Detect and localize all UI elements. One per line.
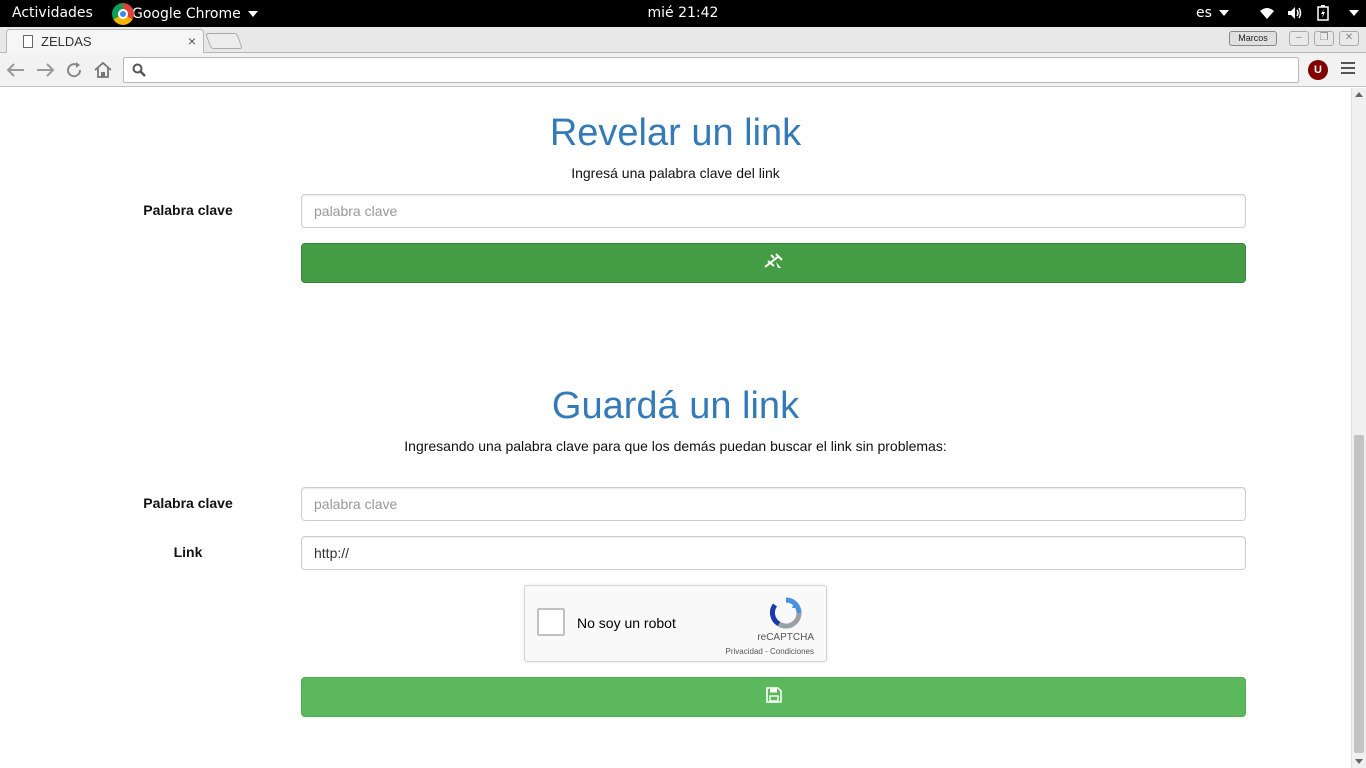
reveal-keyword-input[interactable] [301, 194, 1246, 228]
save-keyword-input[interactable] [301, 487, 1246, 521]
tab-zeldas[interactable]: ZELDAS × [6, 29, 204, 53]
ublock-extension-icon[interactable]: U [1308, 60, 1328, 80]
chevron-down-icon [1349, 10, 1359, 16]
tab-title: ZELDAS [41, 34, 92, 49]
profile-button[interactable]: Marcos [1229, 31, 1277, 46]
language-label: es [1196, 5, 1212, 21]
activities-button[interactable]: Actividades [12, 5, 93, 21]
page-scrollbar[interactable] [1351, 88, 1366, 768]
chevron-down-icon [1218, 10, 1229, 16]
browser-toolbar: U [0, 53, 1366, 87]
chevron-down-icon [247, 10, 258, 17]
language-menu[interactable]: es [1196, 5, 1229, 21]
app-menu-label: Google Chrome [132, 5, 241, 22]
save-button[interactable] [301, 677, 1246, 717]
scroll-down-icon[interactable] [1355, 759, 1363, 764]
link-label: Link [173, 544, 203, 560]
save-title: Guardá un link [551, 385, 800, 427]
clock[interactable]: mié 21:42 [648, 5, 719, 21]
home-icon[interactable] [92, 59, 114, 81]
link-input[interactable] [301, 536, 1246, 570]
battery-icon [1314, 4, 1332, 22]
tab-close-icon[interactable]: × [188, 33, 196, 49]
forward-icon[interactable] [34, 59, 56, 81]
recaptcha-label: No soy un robot [577, 615, 676, 631]
recaptcha-logo-icon [769, 596, 803, 630]
floppy-disk-icon [765, 686, 782, 708]
chrome-logo-icon [112, 2, 134, 25]
scroll-up-icon[interactable] [1355, 92, 1363, 97]
recaptcha-widget: No soy un robot reCAPTCHA Privacidad - C… [524, 585, 827, 662]
search-icon [132, 63, 146, 82]
back-icon[interactable] [5, 59, 27, 81]
reveal-button[interactable] [301, 243, 1246, 283]
system-tray[interactable] [1258, 4, 1359, 22]
recaptcha-terms[interactable]: Privacidad - Condiciones [726, 647, 815, 656]
reload-icon[interactable] [63, 59, 85, 81]
recaptcha-checkbox[interactable] [537, 608, 565, 636]
scrollbar-thumb[interactable] [1354, 435, 1364, 753]
new-tab-button[interactable] [205, 33, 243, 49]
zelda-sword-icon [763, 252, 785, 275]
reveal-title: Revelar un link [549, 112, 802, 154]
save-subtitle: Ingresando una palabra clave para que lo… [404, 438, 947, 454]
minimize-button[interactable]: – [1289, 31, 1309, 46]
save-keyword-label: Palabra clave [143, 495, 233, 511]
volume-icon [1286, 4, 1304, 22]
app-menu[interactable]: Google Chrome [112, 0, 258, 27]
hamburger-menu-icon[interactable] [1341, 62, 1355, 76]
reveal-subtitle: Ingresá una palabra clave del link [571, 165, 780, 181]
omnibox-input[interactable] [152, 60, 1292, 80]
gnome-top-bar: Actividades Google Chrome mié 21:42 es [0, 0, 1366, 27]
omnibox[interactable] [123, 57, 1299, 83]
maximize-button[interactable]: ❐ [1314, 31, 1334, 46]
tab-strip: ZELDAS × Marcos – ❐ ✕ [0, 27, 1366, 53]
wifi-icon [1258, 4, 1276, 22]
recaptcha-brand: reCAPTCHA [757, 632, 814, 643]
page-icon [23, 35, 33, 48]
close-window-button[interactable]: ✕ [1339, 31, 1359, 46]
reveal-keyword-label: Palabra clave [143, 202, 233, 218]
page-viewport: Revelar un link Ingresá una palabra clav… [0, 88, 1351, 768]
